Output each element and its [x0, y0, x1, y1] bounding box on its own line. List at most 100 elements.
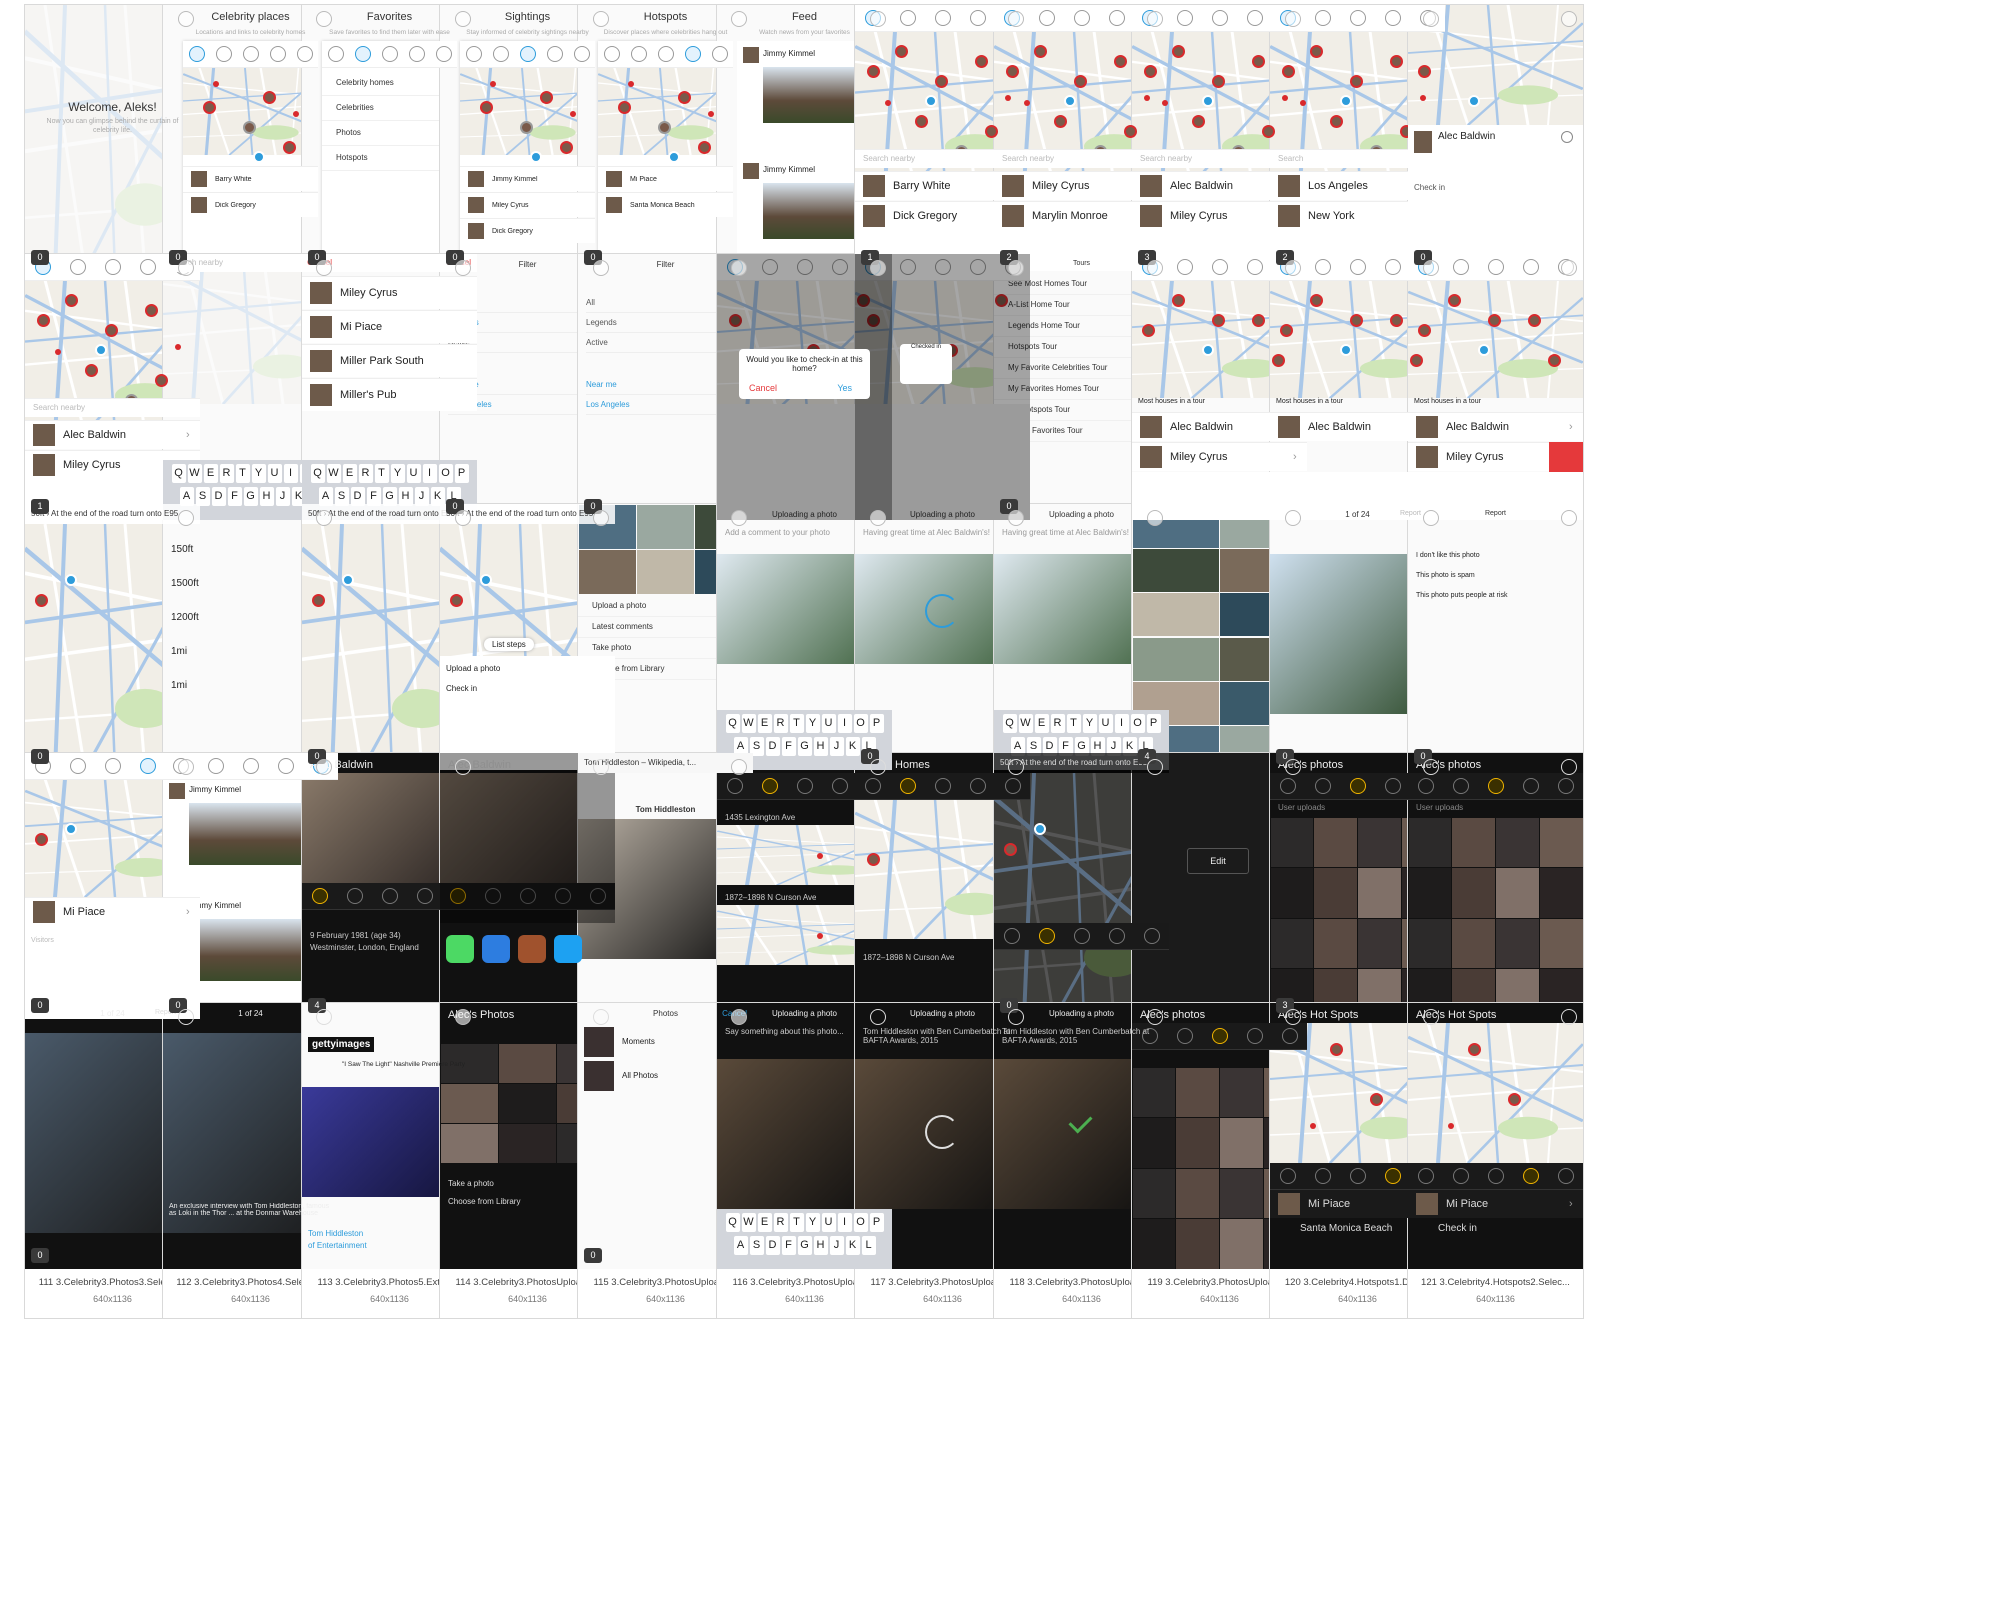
list-item[interactable]: Mi Piace › [25, 897, 200, 926]
select-circle-icon[interactable] [870, 11, 886, 27]
search-result[interactable]: Miley Cyrus [302, 276, 477, 309]
celebrity-pin[interactable] [1350, 75, 1363, 88]
select-circle-icon[interactable] [178, 1009, 194, 1025]
photo-thumbnail[interactable] [1539, 868, 1583, 918]
key-u[interactable]: U [267, 464, 282, 483]
screen-thumbnail[interactable]: Alec's photos User uploads [1408, 753, 1583, 1019]
select-circle-icon[interactable] [870, 260, 886, 276]
favorites-tab-icon[interactable] [899, 10, 916, 26]
check-in-button[interactable]: Check in [1414, 183, 1445, 192]
sightings-tab-icon[interactable] [242, 758, 259, 774]
photo-thumbnail[interactable] [1176, 1168, 1219, 1218]
photo-thumbnail[interactable] [1176, 1118, 1219, 1168]
photo-thumbnail[interactable] [1539, 817, 1583, 867]
celebrity-pin[interactable] [915, 115, 928, 128]
celebrity-pin[interactable] [1142, 324, 1155, 337]
screen-thumbnail[interactable]: Report I don't like this photo This photo … [1408, 504, 1583, 770]
favorites-tab-icon[interactable] [69, 259, 86, 275]
photo-thumbnail[interactable] [440, 1083, 498, 1123]
key-w[interactable]: W [326, 464, 341, 483]
feed-tab-icon[interactable] [296, 46, 313, 62]
hotspots-tab-icon[interactable] [1384, 10, 1401, 26]
key-y[interactable]: Y [805, 714, 820, 733]
share-app-icon[interactable] [518, 935, 546, 963]
key-e[interactable]: E [757, 1213, 772, 1232]
photo-thumbnail[interactable] [1496, 868, 1539, 918]
select-circle-icon[interactable] [1008, 260, 1024, 276]
photo-action[interactable]: Choose from Library [448, 1197, 520, 1206]
photo-thumbnail[interactable] [1408, 868, 1452, 918]
list-item[interactable]: Miley Cyrus › [1132, 442, 1307, 471]
current-location-dot[interactable] [1478, 344, 1490, 356]
hotspots-tab-icon[interactable] [1108, 10, 1125, 26]
select-circle-icon[interactable] [455, 510, 471, 526]
search-result[interactable]: Miller Park South [302, 344, 477, 377]
hotspots-tab-icon[interactable] [1522, 778, 1539, 794]
hotspots-tab-icon[interactable] [277, 758, 294, 774]
hotspots-tab-icon[interactable] [969, 778, 986, 794]
celebrity-pin[interactable] [283, 141, 296, 154]
photo-thumbnail[interactable] [1176, 1219, 1219, 1269]
key-k[interactable]: K [845, 737, 860, 756]
hotspots-tab-icon[interactable] [1522, 1168, 1539, 1184]
key-i[interactable]: I [837, 714, 852, 733]
key-i[interactable]: I [422, 464, 437, 483]
select-circle-icon[interactable] [1285, 1009, 1301, 1025]
select-circle-icon[interactable] [1285, 260, 1301, 276]
hotspots-tab-icon[interactable] [416, 888, 433, 904]
hotspots-tab-icon[interactable] [139, 758, 156, 774]
favorites-tab-icon[interactable] [899, 778, 916, 794]
favorites-tab-icon[interactable] [1452, 259, 1469, 275]
key-p[interactable]: P [454, 464, 469, 483]
map-marker-dot[interactable] [1310, 1123, 1316, 1129]
key-u[interactable]: U [821, 714, 836, 733]
celebrity-pin[interactable] [35, 833, 48, 846]
celebrity-pin[interactable] [37, 314, 50, 327]
sightings-tab-icon[interactable] [242, 46, 259, 62]
celebrities-tab-icon[interactable] [1417, 778, 1434, 794]
list-item[interactable]: Jimmy Kimmel [460, 166, 595, 191]
map-marker-dot[interactable] [293, 111, 299, 117]
key-h[interactable]: H [259, 487, 274, 506]
celebrity-pin[interactable] [1006, 65, 1019, 78]
key-o[interactable]: O [853, 1213, 868, 1232]
key-t[interactable]: T [789, 714, 804, 733]
favorites-tab-icon[interactable] [1038, 928, 1055, 944]
photo-thumbnail[interactable] [1220, 1168, 1263, 1218]
select-circle-icon[interactable] [593, 1009, 609, 1025]
celebrity-pin[interactable] [1262, 125, 1275, 138]
feed-tab-icon[interactable] [1557, 1168, 1574, 1184]
photo-thumbnail[interactable] [498, 1043, 557, 1083]
select-circle-icon[interactable] [1561, 260, 1577, 276]
hotspots-tab-icon[interactable] [546, 46, 563, 62]
sightings-tab-icon[interactable] [934, 10, 951, 26]
photo-action[interactable]: Take a photo [448, 1179, 494, 1188]
photo-thumbnail[interactable] [636, 549, 695, 594]
sightings-tab-icon[interactable] [1349, 778, 1366, 794]
key-r[interactable]: R [1050, 714, 1065, 733]
photo-thumbnail[interactable] [1452, 918, 1495, 968]
photo-thumbnail[interactable] [440, 1123, 498, 1163]
key-r[interactable]: R [773, 1213, 788, 1232]
sightings-tab-icon[interactable] [796, 778, 813, 794]
sightings-tab-icon[interactable] [1487, 1168, 1504, 1184]
key-w[interactable]: W [187, 464, 202, 483]
celebrity-pin[interactable] [1410, 354, 1423, 367]
feed-tab-icon[interactable] [1004, 778, 1021, 794]
select-circle-icon[interactable] [731, 510, 747, 526]
select-circle-icon[interactable] [1147, 759, 1163, 775]
photo-thumbnail[interactable] [1220, 1118, 1263, 1168]
celebrity-pin[interactable] [1124, 125, 1137, 138]
key-y[interactable]: Y [390, 464, 405, 483]
key-j[interactable]: J [829, 737, 844, 756]
sightings-tab-icon[interactable] [1487, 778, 1504, 794]
map-view[interactable] [1408, 1023, 1583, 1163]
list-item[interactable]: Mi Piace [598, 166, 733, 191]
current-location-dot[interactable] [1468, 95, 1480, 107]
select-circle-icon[interactable] [178, 510, 194, 526]
select-circle-icon[interactable] [731, 759, 747, 775]
photo-thumbnail[interactable] [1314, 817, 1357, 867]
celebrity-pin[interactable] [145, 304, 158, 317]
feed-tab-icon[interactable] [1281, 1028, 1298, 1044]
sightings-tab-icon[interactable] [1349, 1168, 1366, 1184]
